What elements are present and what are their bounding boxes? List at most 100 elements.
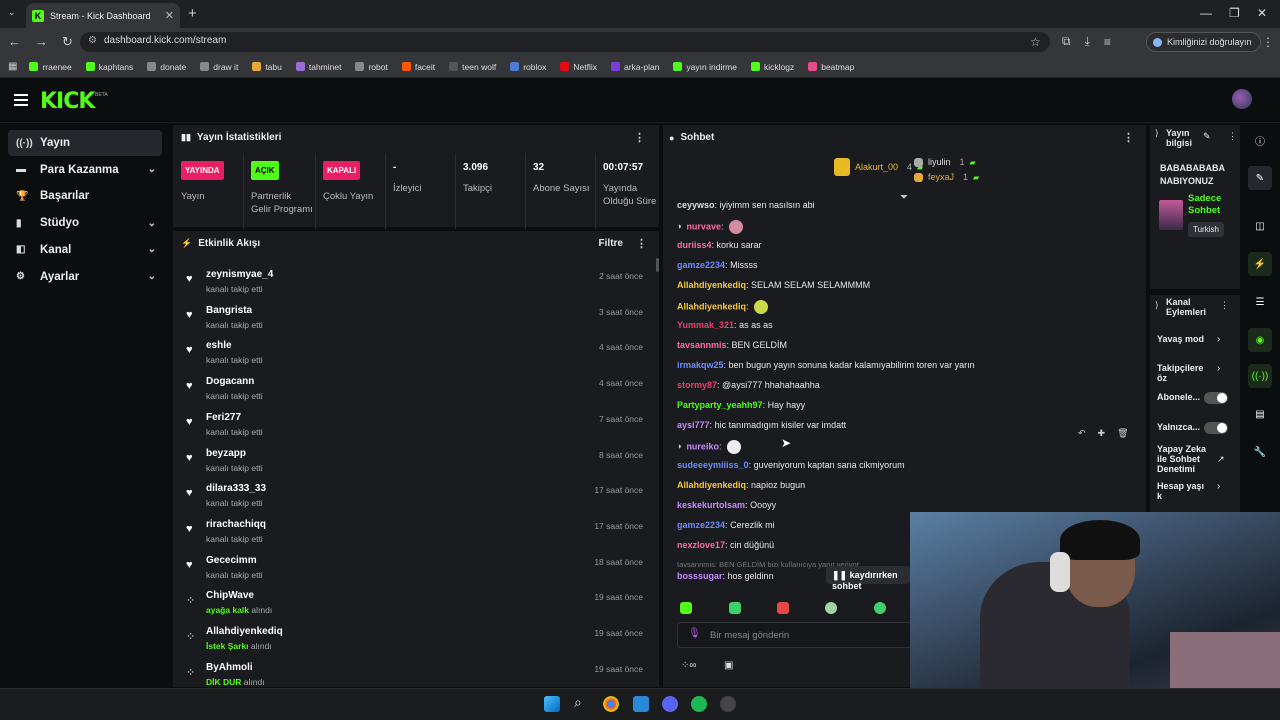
- bookmark-item[interactable]: arka-plan: [610, 62, 659, 72]
- bookmark-star-icon[interactable]: ☆: [1030, 35, 1041, 49]
- feed-item[interactable]: ♥ Gececimm kanalı takip etti 18 saat önce: [183, 553, 653, 587]
- infinity-icon[interactable]: ⁘∞: [681, 660, 697, 671]
- chat-username[interactable]: nureiko: [686, 441, 719, 451]
- chat-username[interactable]: irmakqw25: [677, 360, 724, 370]
- feed-more-icon[interactable]: ⋮: [636, 237, 647, 250]
- collapse-leaderboard-icon[interactable]: ⏷: [900, 192, 908, 203]
- reply-icon[interactable]: ↶: [1078, 428, 1086, 439]
- sidebar-item-0[interactable]: ((·)) Yayın: [8, 130, 162, 156]
- chat-more-icon[interactable]: ⋮: [1123, 131, 1134, 144]
- reload-icon[interactable]: ↻: [62, 34, 73, 50]
- chat-message[interactable]: duriiss4: korku sarar: [677, 240, 762, 250]
- bookmark-item[interactable]: kicklogz: [750, 62, 794, 72]
- chat-username[interactable]: gamze2234: [677, 260, 725, 270]
- download-icon[interactable]: ⤓: [1085, 34, 1090, 49]
- comment-icon[interactable]: ◉: [1248, 328, 1272, 352]
- channel-action[interactable]: Hesap yaşı k: [1157, 481, 1205, 501]
- chat-message[interactable]: gamze2234: Cerezlik mi: [677, 520, 775, 530]
- leaderboard-entry[interactable]: feyxaJ 1 ▰: [914, 172, 979, 182]
- chat-username[interactable]: keskekurtolsam: [677, 500, 745, 510]
- chat-message[interactable]: stormy87: @aysi777 hhahahaahha: [677, 380, 820, 390]
- close-tab-icon[interactable]: ✕: [165, 9, 174, 22]
- info-icon[interactable]: ⓘ: [1248, 128, 1272, 152]
- chat-message[interactable]: ceyywso: iyiyimm sen nasılsın abi: [677, 200, 815, 210]
- bookmark-item[interactable]: robot: [355, 62, 388, 72]
- chat-username[interactable]: nexzlove17: [677, 540, 725, 550]
- chevron-down-icon[interactable]: ⌄: [148, 244, 156, 255]
- chat-message[interactable]: Partyparty_yeahh97: Hay hayy: [677, 400, 805, 410]
- chat-message[interactable]: keskekurtolsam: Oooyy: [677, 500, 776, 510]
- app-icon[interactable]: [633, 696, 649, 712]
- toggle-switch[interactable]: [1204, 392, 1228, 404]
- bookmark-item[interactable]: kaphtans: [85, 62, 133, 72]
- emote-1-icon[interactable]: [680, 602, 692, 614]
- feed-item[interactable]: ♥ dilara333_33 kanalı takip etti 17 saat ön…: [183, 481, 653, 515]
- external-link-icon[interactable]: ↗: [1217, 454, 1225, 465]
- channel-action[interactable]: Yapay Zeka ile Sohbet Denetimi: [1157, 444, 1213, 474]
- leaderboard-entry[interactable]: Alakurt_00 4 ▰: [834, 158, 923, 176]
- bookmark-item[interactable]: rraenee: [29, 62, 72, 72]
- chat-message[interactable]: tavsannmis: BEN GELDİM: [677, 340, 787, 350]
- chat-popout-icon[interactable]: ◫: [1248, 214, 1272, 238]
- chevron-right-icon[interactable]: ›: [1217, 481, 1220, 492]
- signal-icon[interactable]: ((·)): [1248, 364, 1272, 388]
- info-more-icon[interactable]: ⋮: [1228, 131, 1237, 142]
- stats-more-icon[interactable]: ⋮: [634, 131, 645, 144]
- chat-message[interactable]: Yummak_321: as as as: [677, 320, 773, 330]
- category-name[interactable]: Sadece Sohbet: [1188, 193, 1228, 217]
- feed-item[interactable]: ♥ Feri277 kanalı takip etti 7 saat önce: [183, 410, 653, 444]
- chat-username[interactable]: ceyywso: [677, 200, 715, 210]
- search-icon[interactable]: ⌕: [574, 694, 582, 711]
- feed-item[interactable]: ♥ beyzapp kanalı takip etti 8 saat önce: [183, 446, 653, 480]
- chat-username[interactable]: Allahdiyenkediq: [677, 480, 746, 490]
- chat-username[interactable]: sudeeeymiiiss_0: [677, 460, 749, 470]
- feed-item[interactable]: ♥ eshle kanalı takip etti 4 saat önce: [183, 338, 653, 372]
- emote-2-icon[interactable]: [729, 602, 741, 614]
- sidebar-item-3[interactable]: ▮ Stüdyo ⌄: [8, 210, 162, 236]
- feed-item[interactable]: ♥ Bangrista kanalı takip etti 3 saat önce: [183, 303, 653, 337]
- chat-message[interactable]: Allahdiyenkediq: SELAM SELAM SELAMMMM: [677, 280, 870, 290]
- wrench-icon[interactable]: 🔧: [1248, 440, 1272, 464]
- sidebar-item-5[interactable]: ⚙ Ayarlar ⌄: [8, 264, 162, 290]
- chat-message[interactable]: ◗ nureiko:: [677, 440, 741, 454]
- extensions-icon[interactable]: ⧉: [1062, 34, 1071, 49]
- chat-username[interactable]: Partyparty_yeahh97: [677, 400, 763, 410]
- chat-username[interactable]: Allahdiyenkediq: [677, 280, 746, 290]
- forward-icon[interactable]: →: [35, 34, 48, 50]
- bookmark-item[interactable]: faceit: [401, 62, 435, 72]
- feed-item[interactable]: ⁘ Allahdiyenkediq İstek Şarkı alındı 19 saa…: [183, 624, 653, 658]
- apps-grid-icon[interactable]: ▦: [8, 61, 17, 72]
- actions-more-icon[interactable]: ⋮: [1220, 300, 1229, 311]
- feed-item[interactable]: ♥ zeynismyae_4 kanalı takip etti 2 saat önc…: [183, 267, 653, 301]
- chevron-right-icon[interactable]: ›: [1217, 363, 1220, 374]
- tab-search-icon[interactable]: ⌄: [8, 7, 16, 18]
- bookmark-item[interactable]: yayın indirme: [673, 62, 737, 72]
- feed-item[interactable]: ♥ rirachachiqq kanalı takip etti 17 saat ön…: [183, 517, 653, 551]
- url-field[interactable]: ⚙ dashboard.kick.com/stream: [80, 32, 1050, 52]
- emote-3-icon[interactable]: [777, 602, 789, 614]
- emote-5-icon[interactable]: [874, 602, 886, 614]
- site-info-icon[interactable]: ⚙: [88, 35, 97, 46]
- windows-start-icon[interactable]: [544, 696, 560, 712]
- chat-username[interactable]: nurvave: [686, 221, 721, 231]
- bookmark-item[interactable]: teen wolf: [449, 62, 496, 72]
- bookmark-item[interactable]: donate: [147, 62, 186, 72]
- chat-username[interactable]: gamze2234: [677, 520, 725, 530]
- bolt-icon[interactable]: ⚡: [1248, 252, 1272, 276]
- leaderboard-entry[interactable]: liyulin 1 ▰: [914, 157, 976, 167]
- kick-logo[interactable]: KICK: [40, 89, 95, 114]
- channel-action[interactable]: Yavaş mod: [1157, 334, 1205, 344]
- maximize-icon[interactable]: ❐: [1229, 6, 1240, 20]
- mic-icon[interactable]: 🎙: [688, 628, 701, 639]
- feed-filter-button[interactable]: Filtre: [599, 238, 623, 249]
- bookmark-item[interactable]: tahminet: [295, 62, 341, 72]
- chat-message[interactable]: nexzlove17: cin düğünü: [677, 540, 774, 550]
- back-icon[interactable]: ←: [8, 34, 21, 50]
- bookmark-item[interactable]: Netflix: [560, 62, 597, 72]
- sidebar-item-1[interactable]: ▬ Para Kazanma ⌄: [8, 157, 162, 183]
- delete-icon[interactable]: 🗑: [1117, 428, 1128, 439]
- channel-action[interactable]: Takipçilere öz: [1157, 363, 1205, 383]
- browser-menu-icon[interactable]: ⋮: [1262, 35, 1274, 49]
- minimize-icon[interactable]: —: [1200, 6, 1212, 20]
- chat-message[interactable]: bosssugar: hos geldinn: [677, 571, 774, 581]
